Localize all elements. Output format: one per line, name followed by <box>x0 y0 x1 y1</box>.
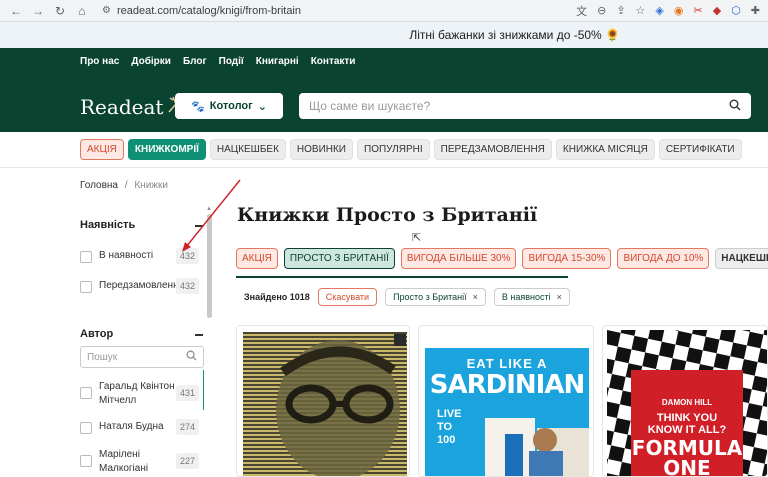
mouse-cursor-icon: ⇱ <box>412 232 422 244</box>
annotation-arrow <box>182 179 241 252</box>
